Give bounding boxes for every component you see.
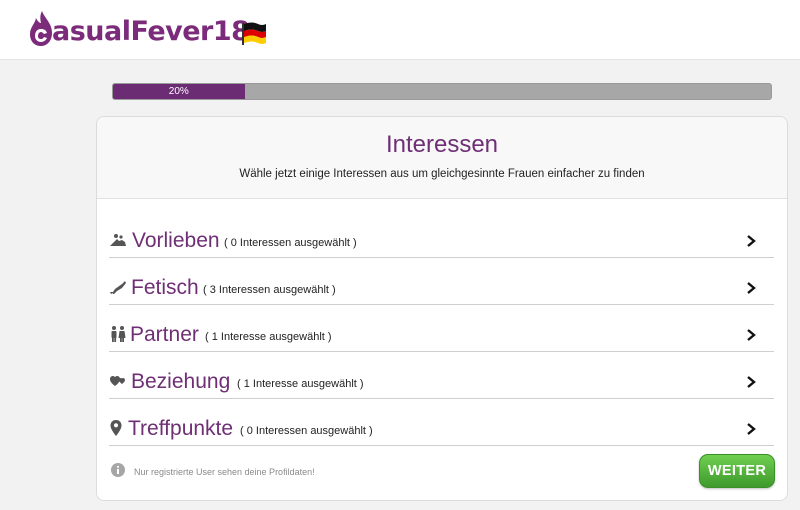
interest-row-partner[interactable]: Partner ( 1 Interesse ausgewählt ) bbox=[109, 306, 774, 352]
row-count: ( 1 Interesse ausgewählt ) bbox=[237, 378, 364, 390]
interest-row-beziehung[interactable]: Beziehung ( 1 Interesse ausgewählt ) bbox=[109, 353, 774, 399]
chevron-right-icon bbox=[747, 235, 756, 247]
site-header: asualFever18 bbox=[0, 0, 800, 60]
people-icon bbox=[111, 326, 126, 342]
row-count: ( 0 Interessen ausgewählt ) bbox=[240, 425, 373, 437]
row-title: Partner bbox=[130, 323, 199, 346]
high-heel-icon bbox=[110, 281, 126, 294]
couple-position-icon bbox=[110, 234, 126, 246]
row-title: Fetisch bbox=[131, 276, 199, 299]
page-title: Interessen bbox=[385, 131, 499, 158]
info-icon bbox=[111, 463, 125, 477]
row-count: ( 3 Interessen ausgewählt ) bbox=[203, 284, 336, 296]
german-flag-icon[interactable] bbox=[240, 20, 268, 46]
progress-bar: 20% bbox=[112, 83, 772, 100]
map-marker-icon bbox=[110, 420, 122, 436]
row-title: Treffpunkte bbox=[128, 417, 234, 440]
interest-row-fetisch[interactable]: Fetisch ( 3 Interessen ausgewählt ) bbox=[109, 259, 774, 305]
progress-fill: 20% bbox=[113, 84, 245, 99]
row-count: ( 1 Interesse ausgewählt ) bbox=[205, 331, 332, 343]
chevron-right-icon bbox=[747, 423, 756, 435]
row-title: Vorlieben bbox=[132, 229, 220, 252]
row-count: ( 0 Interessen ausgewählt ) bbox=[224, 237, 357, 249]
page-subtitle: Wähle jetzt einige Interessen aus um gle… bbox=[239, 168, 645, 180]
interests-card: Interessen Wähle jetzt einige Interessen… bbox=[96, 116, 788, 501]
card-header: Interessen Wähle jetzt einige Interessen… bbox=[97, 117, 787, 199]
interest-row-treffpunkte[interactable]: Treffpunkte ( 0 Interessen ausgewählt ) bbox=[109, 400, 774, 446]
logo-text: asualFever18 bbox=[52, 15, 250, 47]
chevron-right-icon bbox=[747, 329, 756, 341]
chevron-right-icon bbox=[747, 282, 756, 294]
chevron-right-icon bbox=[747, 376, 756, 388]
privacy-note: Nur registrierte User sehen deine Profil… bbox=[134, 467, 315, 477]
site-logo[interactable]: asualFever18 bbox=[28, 6, 250, 52]
hearts-icon bbox=[110, 376, 125, 386]
interest-row-vorlieben[interactable]: Vorlieben ( 0 Interessen ausgewählt ) bbox=[109, 212, 774, 258]
weiter-button[interactable]: WEITER bbox=[699, 454, 775, 488]
row-title: Beziehung bbox=[131, 370, 231, 393]
